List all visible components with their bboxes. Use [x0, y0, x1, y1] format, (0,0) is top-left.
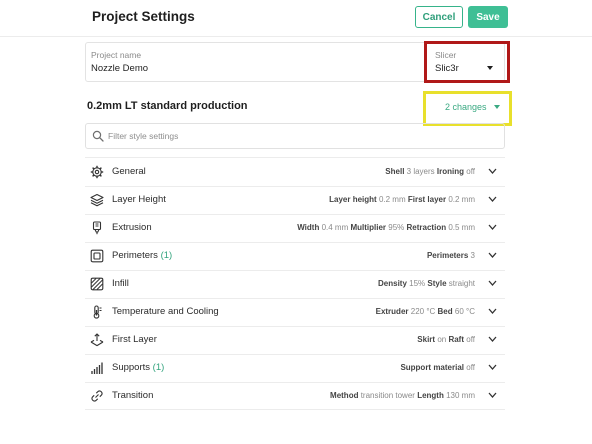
row-summary: Width 0.4 mm Multiplier 95% Retraction 0… [297, 223, 475, 232]
row-summary: Method transition tower Length 130 mm [330, 391, 475, 400]
row-summary: Layer height 0.2 mm First layer 0.2 mm [329, 195, 475, 204]
search-icon [92, 130, 104, 142]
first-layer-icon [90, 333, 104, 347]
changes-highlight-box [423, 91, 512, 126]
chevron-down-icon[interactable] [488, 196, 497, 202]
chevron-down-icon[interactable] [488, 392, 497, 398]
row-change-count: (1) [160, 250, 173, 261]
chevron-down-icon[interactable] [488, 336, 497, 342]
row-summary: Perimeters 3 [426, 251, 475, 260]
page-header: Project Settings Cancel Save [0, 0, 592, 36]
settings-row-layer-height[interactable]: Layer Height Layer height 0.2 mm First l… [85, 186, 505, 214]
extruder-icon [92, 221, 102, 235]
gear-icon [90, 165, 104, 179]
row-summary: Density 15% Style straight [378, 279, 475, 288]
chevron-down-icon[interactable] [488, 364, 497, 370]
infill-icon [90, 277, 104, 291]
supports-icon [91, 362, 103, 374]
layers-icon [90, 193, 104, 207]
row-label: Infill [112, 278, 129, 289]
settings-row-temperature[interactable]: Temperature and Cooling Extruder 220 °C … [85, 298, 505, 326]
row-divider [85, 409, 505, 410]
profile-title: 0.2mm LT standard production [87, 100, 248, 112]
page-title: Project Settings [92, 9, 195, 24]
filter-input[interactable] [108, 128, 488, 144]
chevron-down-icon[interactable] [488, 168, 497, 174]
project-name-label: Project name [91, 50, 142, 60]
transition-icon [91, 390, 103, 402]
row-summary: Skirt on Raft off [417, 335, 475, 344]
row-change-count: (1) [152, 362, 165, 373]
chevron-down-icon[interactable] [488, 224, 497, 230]
chevron-down-icon[interactable] [488, 308, 497, 314]
row-label: Extrusion [112, 222, 152, 233]
settings-row-perimeters[interactable]: Perimeters (1) Perimeters 3 [85, 242, 505, 270]
row-label: General [112, 166, 146, 177]
row-summary: Extruder 220 °C Bed 60 °C [375, 307, 475, 316]
settings-row-infill[interactable]: Infill Density 15% Style straight [85, 270, 505, 298]
settings-row-first-layer[interactable]: First Layer Skirt on Raft off [85, 326, 505, 354]
settings-row-extrusion[interactable]: Extrusion Width 0.4 mm Multiplier 95% Re… [85, 214, 505, 242]
chevron-down-icon[interactable] [488, 252, 497, 258]
settings-row-transition[interactable]: Transition Method transition tower Lengt… [85, 382, 505, 410]
settings-row-supports[interactable]: Supports (1) Support material off [85, 354, 505, 382]
chevron-down-icon[interactable] [488, 280, 497, 286]
row-summary: Shell 3 layers Ironing off [385, 167, 475, 176]
slicer-highlight-box [424, 41, 510, 83]
cancel-button[interactable]: Cancel [415, 6, 463, 28]
row-label: Transition [112, 390, 154, 401]
save-button[interactable]: Save [468, 6, 508, 28]
row-label: Layer Height [112, 194, 166, 205]
header-divider [0, 36, 592, 37]
project-name-field[interactable]: Nozzle Demo [91, 63, 148, 74]
row-label: Supports (1) [112, 362, 165, 373]
row-summary: Support material off [400, 363, 475, 372]
row-label: Perimeters (1) [112, 250, 173, 261]
perimeters-icon [90, 249, 104, 263]
thermometer-icon [93, 305, 102, 319]
row-label: Temperature and Cooling [112, 306, 219, 317]
row-label: First Layer [112, 334, 157, 345]
settings-row-general[interactable]: General Shell 3 layers Ironing off [85, 158, 505, 186]
